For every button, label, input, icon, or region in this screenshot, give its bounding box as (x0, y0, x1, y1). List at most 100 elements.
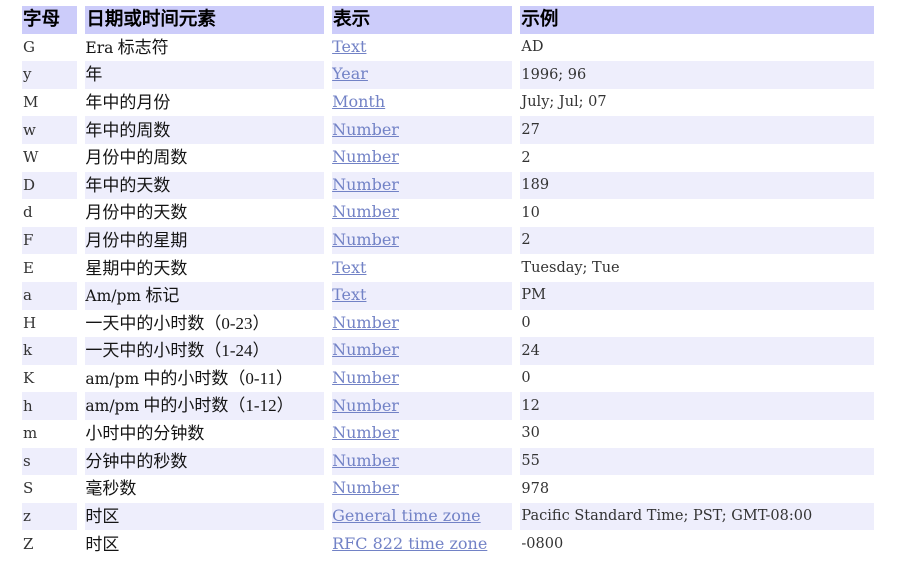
cell-presentation: General time zone (332, 503, 512, 531)
column-header-letter: 字母 (22, 6, 77, 34)
cell-letter: G (22, 34, 77, 62)
table-row: W 月份中的周数 Number 2 (22, 144, 874, 172)
cell-element: 年中的月份 (85, 89, 324, 117)
cell-example: 189 (520, 172, 874, 200)
table-row: Z 时区 RFC 822 time zone -0800 (22, 530, 874, 558)
table-row: z时区General time zonePacific Standard Tim… (22, 503, 874, 531)
presentation-link[interactable]: Number (332, 423, 399, 442)
cell-example: -0800 (520, 530, 874, 558)
presentation-link[interactable]: Number (332, 451, 399, 470)
table-row: aAm/pm 标记TextPM (22, 282, 874, 310)
table-row: E星期中的天数TextTuesday; Tue (22, 254, 874, 282)
presentation-link[interactable]: Number (332, 120, 399, 139)
cell-letter: H (22, 310, 77, 338)
table-row: M年中的月份MonthJuly; Jul; 07 (22, 89, 874, 117)
cell-presentation: Number (332, 227, 512, 255)
presentation-link[interactable]: Number (332, 202, 399, 221)
cell-example: Pacific Standard Time; PST; GMT-08:00 (520, 503, 874, 531)
column-header-presentation: 表示 (332, 6, 512, 34)
cell-presentation: Number (332, 392, 512, 420)
presentation-link[interactable]: Number (332, 175, 399, 194)
presentation-link[interactable]: Number (332, 340, 399, 359)
cell-element: Era 标志符 (85, 34, 324, 62)
cell-example: 27 (520, 116, 874, 144)
cell-element: 月份中的天数 (85, 199, 324, 227)
latin-run: Era (85, 39, 113, 57)
presentation-link[interactable]: RFC 822 time zone (332, 534, 487, 553)
cell-letter: K (22, 365, 77, 393)
table-row: S毫秒数Number978 (22, 475, 874, 503)
cell-example: PM (520, 282, 874, 310)
cell-letter: a (22, 282, 77, 310)
cell-example: 978 (520, 475, 874, 503)
table-row: y年Year1996; 96 (22, 61, 874, 89)
cell-presentation: Number (332, 420, 512, 448)
presentation-link[interactable]: Number (332, 230, 399, 249)
table-row: w年中的周数Number27 (22, 116, 874, 144)
column-header-example-label: 示例 (520, 11, 558, 30)
table-row: m 小时中的分钟数 Number 30 (22, 420, 874, 448)
presentation-link[interactable]: Text (332, 37, 366, 56)
table-row: G Era 标志符 Text AD (22, 34, 874, 62)
latin-run: am/pm (85, 370, 139, 388)
cell-element: 月份中的周数 (85, 144, 324, 172)
cell-element: 时区 (85, 503, 324, 531)
cell-example: 2 (520, 144, 874, 172)
cell-letter: s (22, 448, 77, 476)
cell-example: 0 (520, 310, 874, 338)
cell-letter: F (22, 227, 77, 255)
column-header-element-label: 日期或时间元素 (85, 11, 216, 30)
table-row: d 月份中的天数 Number 10 (22, 199, 874, 227)
cell-example: 10 (520, 199, 874, 227)
cell-example: AD (520, 34, 874, 62)
cell-example: 30 (520, 420, 874, 448)
presentation-link[interactable]: Number (332, 147, 399, 166)
table-row: Kam/pm 中的小时数（0-11）Number0 (22, 365, 874, 393)
cell-letter: Z (22, 530, 77, 558)
cell-example: 2 (520, 227, 874, 255)
column-header-element: 日期或时间元素 (85, 6, 324, 34)
column-header-presentation-label: 表示 (332, 11, 370, 30)
presentation-link[interactable]: Number (332, 396, 399, 415)
cell-presentation: Number (332, 310, 512, 338)
cell-letter: W (22, 144, 77, 172)
cell-letter: D (22, 172, 77, 200)
cell-presentation: Number (332, 365, 512, 393)
cell-letter: k (22, 337, 77, 365)
presentation-link[interactable]: Number (332, 368, 399, 387)
presentation-link[interactable]: Number (332, 478, 399, 497)
cell-presentation: Number (332, 448, 512, 476)
cell-element: 时区 (85, 530, 324, 558)
presentation-link[interactable]: Year (332, 64, 368, 83)
presentation-link[interactable]: Month (332, 92, 385, 111)
cell-presentation: Text (332, 282, 512, 310)
cell-element: 毫秒数 (85, 475, 324, 503)
cell-example: July; Jul; 07 (520, 89, 874, 117)
cell-presentation: Text (332, 34, 512, 62)
presentation-link[interactable]: Number (332, 313, 399, 332)
presentation-link[interactable]: Text (332, 285, 366, 304)
cell-letter: m (22, 420, 77, 448)
presentation-link[interactable]: General time zone (332, 506, 481, 525)
cell-element: 年 (85, 61, 324, 89)
cell-presentation: Number (332, 337, 512, 365)
cell-presentation: Text (332, 254, 512, 282)
cell-element: am/pm 中的小时数（0-11） (85, 365, 324, 393)
cell-presentation: Year (332, 61, 512, 89)
cell-element: 月份中的星期 (85, 227, 324, 255)
cell-letter: d (22, 199, 77, 227)
cell-element: 小时中的分钟数 (85, 420, 324, 448)
cell-letter: w (22, 116, 77, 144)
cell-letter: y (22, 61, 77, 89)
presentation-link[interactable]: Text (332, 258, 366, 277)
cell-example: 12 (520, 392, 874, 420)
table-body: GEra 标志符TextADy年Year1996; 96M年中的月份MonthJ… (22, 34, 874, 558)
cell-example: Tuesday; Tue (520, 254, 874, 282)
cell-element: 年中的天数 (85, 172, 324, 200)
cell-presentation: RFC 822 time zone (332, 530, 512, 558)
cell-presentation: Number (332, 116, 512, 144)
table-row: H一天中的小时数（0-23）Number0 (22, 310, 874, 338)
column-header-example: 示例 (520, 6, 874, 34)
cell-element: 分钟中的秒数 (85, 448, 324, 476)
cell-element: 一天中的小时数（1-24） (85, 337, 324, 365)
